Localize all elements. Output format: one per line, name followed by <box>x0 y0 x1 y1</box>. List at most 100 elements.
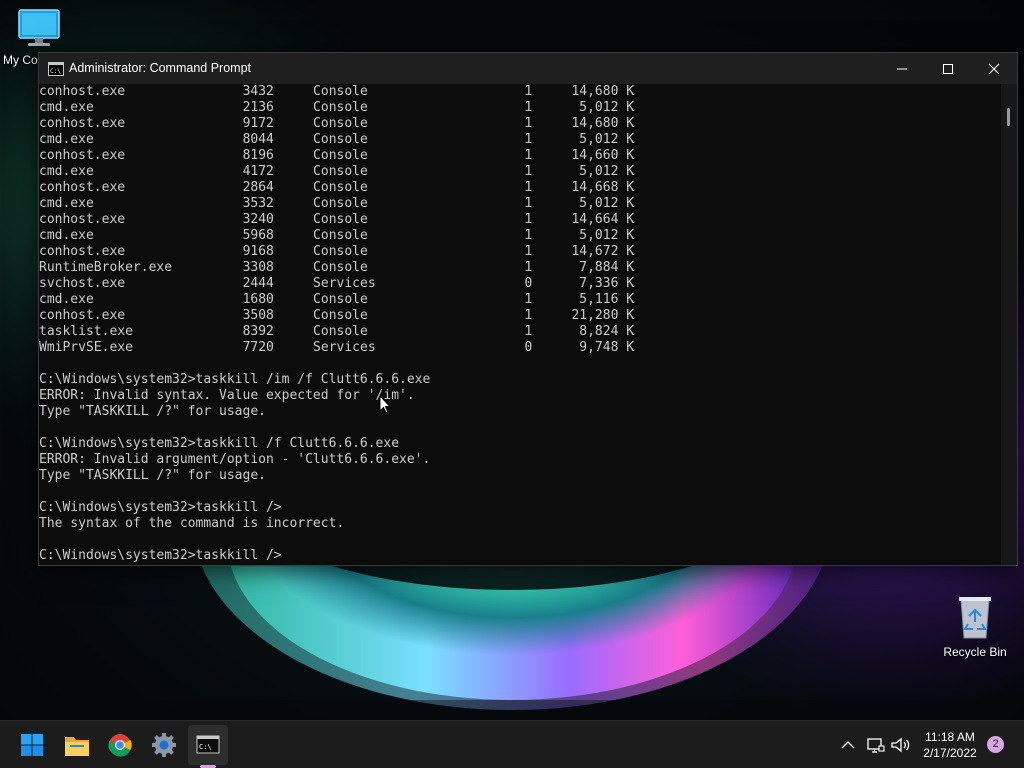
window-title: Administrator: Command Prompt <box>69 61 252 75</box>
mem-usage: 7,336 K <box>579 276 635 291</box>
session-number: 1 <box>524 212 533 227</box>
session-name: Console <box>313 116 368 131</box>
console-line: Type "TASKKILL /?" for usage. <box>39 404 266 419</box>
session-name: Services <box>313 276 376 291</box>
command-prompt-window[interactable]: C:\ Administrator: Command Prompt conhos… <box>38 52 1018 566</box>
session-number: 1 <box>524 228 533 243</box>
chrome-icon <box>108 734 132 757</box>
image-name: conhost.exe <box>39 116 126 131</box>
recycle-bin-label: Recycle Bin <box>943 645 1007 659</box>
session-number: 1 <box>524 292 533 307</box>
mem-usage: 9,748 K <box>579 340 635 355</box>
pid: 3432 <box>242 84 274 99</box>
mem-usage: 5,012 K <box>579 132 635 147</box>
tasklist-row: conhost.exe 9172 Console 1 14,680 K <box>39 116 1001 132</box>
settings-button[interactable] <box>144 725 184 765</box>
session-number: 1 <box>524 164 533 179</box>
tasklist-row: conhost.exe 3508 Console 1 21,280 K <box>39 308 1001 324</box>
recycle-bin-icon[interactable]: Recycle Bin <box>940 594 1010 659</box>
start-button[interactable] <box>12 725 52 765</box>
pid: 3508 <box>242 308 274 323</box>
vertical-scrollbar[interactable] <box>1001 84 1017 565</box>
clock[interactable]: 11:18 AM 2/17/2022 <box>918 729 982 761</box>
image-name: conhost.exe <box>39 148 126 163</box>
console-line: ERROR: Invalid argument/option - 'Clutt6… <box>39 452 431 467</box>
image-name: WmiPrvSE.exe <box>39 340 133 355</box>
mem-usage: 5,116 K <box>579 292 635 307</box>
session-name: Console <box>313 260 368 275</box>
console-line: C:\Windows\system32>taskkill /> <box>39 500 282 515</box>
windows-logo-icon <box>21 734 43 756</box>
console-line: The syntax of the command is incorrect. <box>39 516 345 531</box>
image-name: conhost.exe <box>39 180 126 195</box>
image-name: cmd.exe <box>39 196 94 211</box>
mem-usage: 14,680 K <box>571 84 635 99</box>
minimize-button[interactable] <box>879 53 925 84</box>
session-number: 1 <box>524 324 533 339</box>
session-name: Console <box>313 180 368 195</box>
mem-usage: 5,012 K <box>579 228 635 243</box>
session-name: Console <box>313 100 368 115</box>
pid: 9168 <box>242 244 274 259</box>
session-number: 1 <box>524 180 533 195</box>
title-bar[interactable]: C:\ Administrator: Command Prompt <box>39 53 1017 84</box>
pid: 2444 <box>242 276 274 291</box>
chevron-up-icon[interactable] <box>836 733 860 757</box>
session-name: Console <box>313 292 368 307</box>
mem-usage: 8,824 K <box>579 324 635 339</box>
close-button[interactable] <box>971 53 1017 84</box>
session-number: 1 <box>524 148 533 163</box>
tasklist-row: WmiPrvSE.exe 7720 Services 0 9,748 K <box>39 340 1001 356</box>
image-name: cmd.exe <box>39 100 94 115</box>
session-number: 1 <box>524 244 533 259</box>
svg-text:C:\: C:\ <box>50 68 61 75</box>
image-name: cmd.exe <box>39 164 94 179</box>
session-number: 0 <box>524 276 533 291</box>
tasklist-row: cmd.exe 3532 Console 1 5,012 K <box>39 196 1001 212</box>
image-name: cmd.exe <box>39 228 94 243</box>
tasklist-row: RuntimeBroker.exe 3308 Console 1 7,884 K <box>39 260 1001 276</box>
tasklist-row: cmd.exe 5968 Console 1 5,012 K <box>39 228 1001 244</box>
mem-usage: 21,280 K <box>571 308 635 323</box>
session-number: 1 <box>524 308 533 323</box>
maximize-button[interactable] <box>925 53 971 84</box>
pid: 2864 <box>242 180 274 195</box>
maximize-icon <box>943 64 953 74</box>
mem-usage: 14,680 K <box>571 116 635 131</box>
close-icon <box>988 63 1000 75</box>
pid: 3308 <box>242 260 274 275</box>
image-name: tasklist.exe <box>39 324 133 339</box>
file-explorer-button[interactable] <box>57 725 97 765</box>
mem-usage: 14,660 K <box>571 148 635 163</box>
command-prompt-taskbar-button[interactable]: C:\ <box>188 725 228 765</box>
cmd-app-icon: C:\ <box>48 62 64 76</box>
console-output[interactable]: conhost.exe 3432 Console 1 14,680 K cmd.exe 21… <box>39 84 1001 565</box>
terminal-icon: C:\ <box>196 735 220 754</box>
session-name: Console <box>313 244 368 259</box>
notification-badge[interactable]: 2 <box>987 736 1004 753</box>
tasklist-row: cmd.exe 4172 Console 1 5,012 K <box>39 164 1001 180</box>
console-line: ERROR: Invalid syntax. Value expected fo… <box>39 388 415 403</box>
clock-date: 2/17/2022 <box>923 746 977 760</box>
session-number: 1 <box>524 132 533 147</box>
session-name: Console <box>313 196 368 211</box>
session-number: 1 <box>524 260 533 275</box>
tasklist-row: conhost.exe 9168 Console 1 14,672 K <box>39 244 1001 260</box>
chrome-button[interactable] <box>100 725 140 765</box>
volume-icon[interactable] <box>888 733 912 757</box>
session-number: 1 <box>524 116 533 131</box>
image-name: conhost.exe <box>39 84 126 99</box>
mouse-pointer-icon <box>379 395 391 414</box>
console-line: Type "TASKKILL /?" for usage. <box>39 468 266 483</box>
minimize-icon <box>897 68 907 70</box>
scrollbar-thumb[interactable] <box>1007 108 1010 126</box>
session-name: Console <box>313 132 368 147</box>
network-icon[interactable] <box>863 733 887 757</box>
desktop: My Computer Recycle Bin C:\ Administrato… <box>0 0 1024 768</box>
session-number: 1 <box>524 100 533 115</box>
pid: 7720 <box>242 340 274 355</box>
command-history: C:\Windows\system32>taskkill /im /f Clut… <box>39 356 1001 564</box>
